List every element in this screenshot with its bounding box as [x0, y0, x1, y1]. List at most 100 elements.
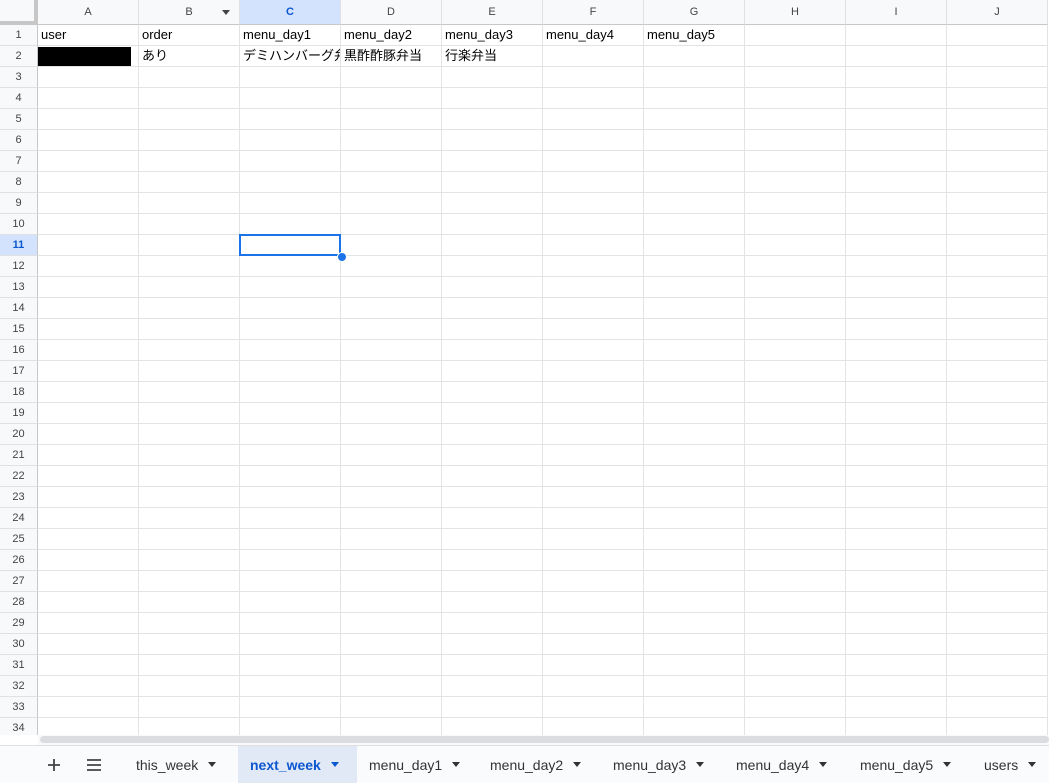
cell-g20[interactable] — [644, 424, 745, 445]
cell-j20[interactable] — [947, 424, 1048, 445]
row-header-32[interactable]: 32 — [0, 676, 38, 697]
cell-i5[interactable] — [846, 109, 947, 130]
cell-j5[interactable] — [947, 109, 1048, 130]
cell-a6[interactable] — [38, 130, 139, 151]
cell-j6[interactable] — [947, 130, 1048, 151]
cell-h10[interactable] — [745, 214, 846, 235]
column-header-d[interactable]: D — [341, 0, 442, 25]
row-header-7[interactable]: 7 — [0, 151, 38, 172]
cell-a2[interactable] — [38, 46, 139, 67]
cell-b15[interactable] — [139, 319, 240, 340]
cell-e28[interactable] — [442, 592, 543, 613]
cell-g15[interactable] — [644, 319, 745, 340]
cell-d23[interactable] — [341, 487, 442, 508]
hamburger-menu-icon[interactable] — [80, 752, 108, 778]
cell-j18[interactable] — [947, 382, 1048, 403]
cell-b4[interactable] — [139, 88, 240, 109]
row-header-31[interactable]: 31 — [0, 655, 38, 676]
chevron-down-icon[interactable] — [1028, 762, 1037, 767]
cell-f11[interactable] — [543, 235, 644, 256]
row-header-17[interactable]: 17 — [0, 361, 38, 382]
row-header-26[interactable]: 26 — [0, 550, 38, 571]
cell-f28[interactable] — [543, 592, 644, 613]
cell-h3[interactable] — [745, 67, 846, 88]
cell-i12[interactable] — [846, 256, 947, 277]
row-header-29[interactable]: 29 — [0, 613, 38, 634]
column-header-h[interactable]: H — [745, 0, 846, 25]
cell-j19[interactable] — [947, 403, 1048, 424]
cell-j14[interactable] — [947, 298, 1048, 319]
cell-a16[interactable] — [38, 340, 139, 361]
cell-i22[interactable] — [846, 466, 947, 487]
cell-b20[interactable] — [139, 424, 240, 445]
cell-j8[interactable] — [947, 172, 1048, 193]
column-header-f[interactable]: F — [543, 0, 644, 25]
cell-b19[interactable] — [139, 403, 240, 424]
cell-a33[interactable] — [38, 697, 139, 718]
cell-g32[interactable] — [644, 676, 745, 697]
cell-j4[interactable] — [947, 88, 1048, 109]
cell-b27[interactable] — [139, 571, 240, 592]
cell-c28[interactable] — [240, 592, 341, 613]
row-header-1[interactable]: 1 — [0, 25, 38, 46]
cell-f6[interactable] — [543, 130, 644, 151]
cell-a27[interactable] — [38, 571, 139, 592]
scrollbar-thumb[interactable] — [40, 736, 1049, 743]
cell-c5[interactable] — [240, 109, 341, 130]
row-header-24[interactable]: 24 — [0, 508, 38, 529]
cell-b29[interactable] — [139, 613, 240, 634]
column-header-c[interactable]: C — [240, 0, 341, 25]
sheet-tab-menu-day5[interactable]: menu_day5 — [848, 746, 972, 783]
cell-i23[interactable] — [846, 487, 947, 508]
cell-i30[interactable] — [846, 634, 947, 655]
cell-c4[interactable] — [240, 88, 341, 109]
cell-c23[interactable] — [240, 487, 341, 508]
row-header-14[interactable]: 14 — [0, 298, 38, 319]
cell-d14[interactable] — [341, 298, 442, 319]
cell-j1[interactable] — [947, 25, 1048, 46]
cell-a30[interactable] — [38, 634, 139, 655]
cell-g27[interactable] — [644, 571, 745, 592]
cell-d12[interactable] — [341, 256, 442, 277]
cell-a32[interactable] — [38, 676, 139, 697]
column-header-a[interactable]: A — [38, 0, 139, 25]
cell-a5[interactable] — [38, 109, 139, 130]
cell-i25[interactable] — [846, 529, 947, 550]
cell-g8[interactable] — [644, 172, 745, 193]
cell-h17[interactable] — [745, 361, 846, 382]
row-header-12[interactable]: 12 — [0, 256, 38, 277]
cell-i6[interactable] — [846, 130, 947, 151]
cell-h8[interactable] — [745, 172, 846, 193]
cell-b33[interactable] — [139, 697, 240, 718]
fill-handle[interactable] — [337, 252, 347, 262]
cell-e14[interactable] — [442, 298, 543, 319]
column-header-g[interactable]: G — [644, 0, 745, 25]
cell-g21[interactable] — [644, 445, 745, 466]
cell-d11[interactable] — [341, 235, 442, 256]
cell-e21[interactable] — [442, 445, 543, 466]
cell-g3[interactable] — [644, 67, 745, 88]
cell-e32[interactable] — [442, 676, 543, 697]
cell-a11[interactable] — [38, 235, 139, 256]
cell-e8[interactable] — [442, 172, 543, 193]
cell-j10[interactable] — [947, 214, 1048, 235]
cell-b17[interactable] — [139, 361, 240, 382]
cell-j23[interactable] — [947, 487, 1048, 508]
cell-g6[interactable] — [644, 130, 745, 151]
sheet-tab-menu-day1[interactable]: menu_day1 — [357, 746, 478, 783]
cell-b32[interactable] — [139, 676, 240, 697]
chevron-down-icon[interactable] — [208, 762, 217, 767]
cell-j31[interactable] — [947, 655, 1048, 676]
cell-i7[interactable] — [846, 151, 947, 172]
cell-c3[interactable] — [240, 67, 341, 88]
cell-h4[interactable] — [745, 88, 846, 109]
chevron-down-icon[interactable] — [943, 762, 952, 767]
cell-h33[interactable] — [745, 697, 846, 718]
cell-b24[interactable] — [139, 508, 240, 529]
row-header-8[interactable]: 8 — [0, 172, 38, 193]
cell-e17[interactable] — [442, 361, 543, 382]
sheet-tab-menu-day4[interactable]: menu_day4 — [724, 746, 848, 783]
cell-d32[interactable] — [341, 676, 442, 697]
cell-i15[interactable] — [846, 319, 947, 340]
column-header-i[interactable]: I — [846, 0, 947, 25]
